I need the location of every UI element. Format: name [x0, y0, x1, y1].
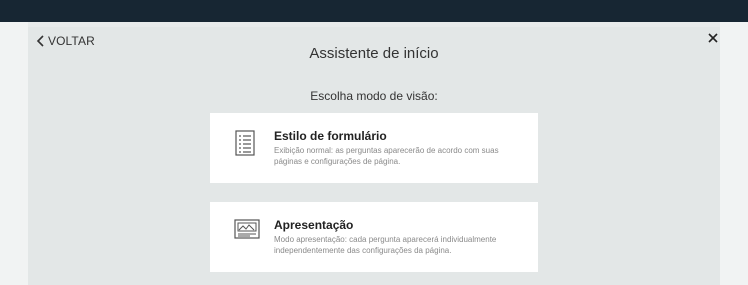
presentation-description: Modo apresentação: cada pergunta aparece…: [274, 235, 497, 255]
presentation-icon: [234, 219, 260, 239]
form-style-title: Estilo de formulário: [274, 129, 387, 143]
start-wizard-modal: VOLTAR Assistente de início Escolha modo…: [28, 27, 720, 285]
view-mode-prompt: Escolha modo de visão:: [310, 89, 438, 103]
close-icon[interactable]: [706, 31, 720, 45]
page-backdrop-right: [720, 22, 748, 285]
presentation-option[interactable]: Apresentação Modo apresentação: cada per…: [210, 202, 538, 272]
top-navigation-bar: [0, 0, 748, 22]
modal-title: Assistente de início: [309, 45, 439, 62]
presentation-title: Apresentação: [274, 218, 354, 232]
form-list-icon: [235, 130, 255, 156]
form-style-description: Exibição normal: as perguntas aparecerão…: [274, 146, 499, 166]
page-backdrop-left: [0, 22, 28, 285]
form-style-option[interactable]: Estilo de formulário Exibição normal: as…: [210, 113, 538, 183]
